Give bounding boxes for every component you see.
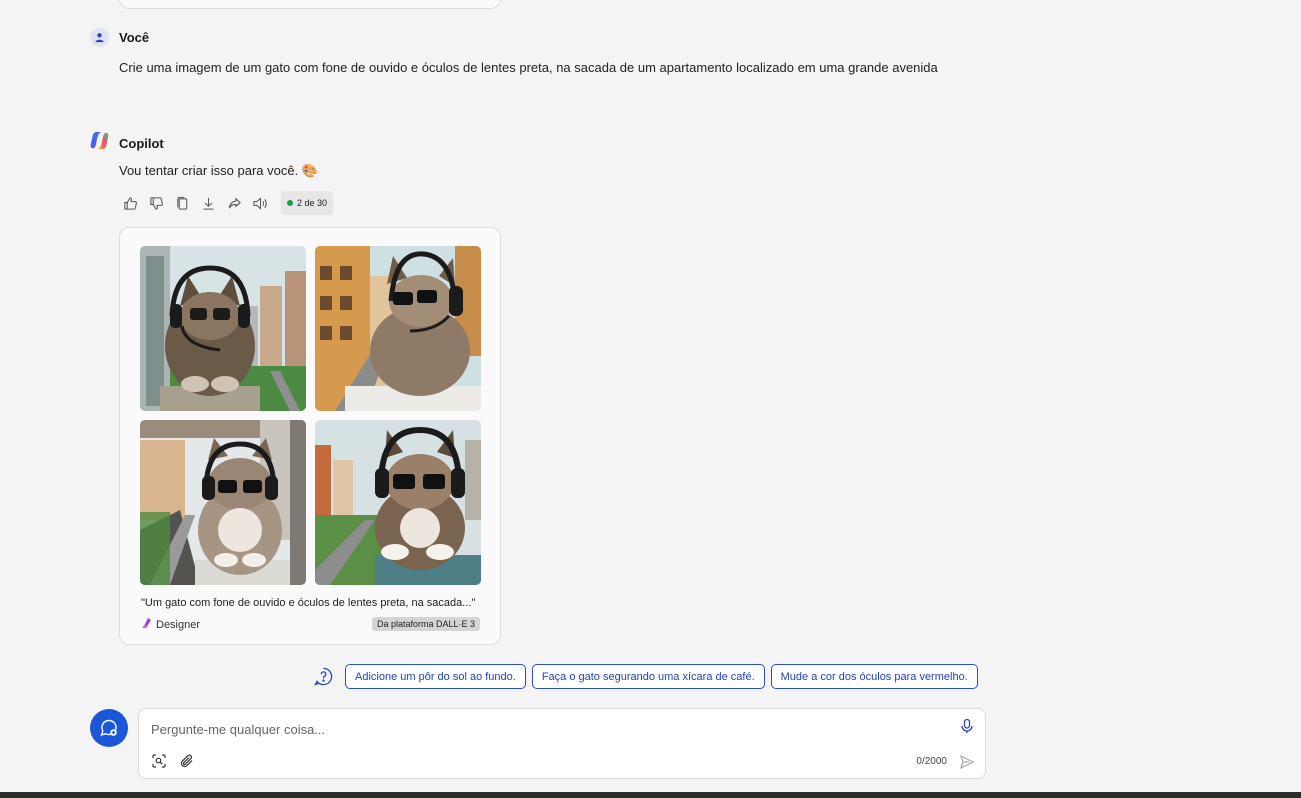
new-topic-button[interactable] [90,709,128,747]
generated-image-2[interactable] [315,246,481,411]
suggestion-chip-2[interactable]: Faça o gato segurando uma xícara de café… [531,664,765,689]
copilot-message-text: Vou tentar criar isso para você. 🎨 [119,163,318,178]
thumbs-down-icon[interactable] [145,190,167,216]
chat-composer: 0/2000 [138,708,986,779]
download-icon[interactable] [197,190,219,216]
designer-label: Designer [156,618,201,631]
suggestion-row: Adicione um pôr do sol ao fundo. Faça o … [313,664,978,689]
window-bottom-bar [0,792,1301,798]
generated-image-3[interactable] [140,420,306,585]
response-counter-text: 2 de 30 [297,198,328,208]
status-dot-icon [287,200,293,206]
response-counter: 2 de 30 [281,191,334,215]
help-question-icon[interactable] [313,667,333,687]
suggestion-chip-1[interactable]: Adicione um pôr do sol ao fundo. [345,664,526,689]
previous-card-edge [119,0,501,9]
thumbs-up-icon[interactable] [119,190,141,216]
user-sender-name: Você [119,30,150,45]
platform-badge: Da plataforma DALL·E 3 [371,617,480,631]
user-message-text: Crie uma imagem de um gato com fone de o… [119,60,938,75]
generated-images-card: "Um gato com fone de ouvido e óculos de … [119,227,501,645]
send-icon[interactable] [959,754,975,775]
generated-image-1[interactable] [140,246,306,411]
designer-logo-icon [141,617,153,632]
suggestion-chip-3[interactable]: Mude a cor dos óculos para vermelho. [770,664,978,689]
user-message-header: Você [90,28,149,47]
chat-input[interactable] [151,718,931,740]
copilot-sender-name: Copilot [119,135,164,151]
image-caption: "Um gato com fone de ouvido e óculos de … [141,597,476,609]
character-counter: 0/2000 [916,756,947,767]
share-icon[interactable] [223,190,245,216]
copy-icon[interactable] [171,190,193,216]
message-actions: 2 de 30 [119,190,334,216]
generated-image-4[interactable] [315,420,481,585]
copilot-logo-icon [90,131,109,155]
attach-paperclip-icon[interactable] [179,753,195,774]
microphone-icon[interactable] [959,718,975,739]
visual-search-icon[interactable] [151,753,167,774]
user-avatar-icon [90,28,109,47]
designer-link[interactable]: Designer [141,617,200,632]
speaker-icon[interactable] [249,190,271,216]
new-topic-icon [100,719,117,737]
copilot-message-header: Copilot [90,131,164,155]
